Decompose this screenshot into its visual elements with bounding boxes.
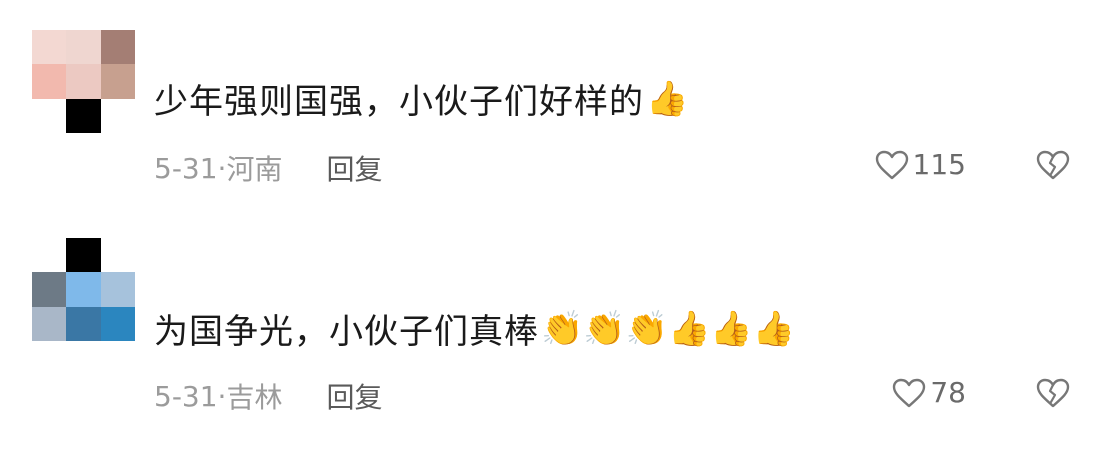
comment-list: 少年强则国强，小伙子们好样的 👍 5-31 · 河南 回复 115 为国争光，小…: [0, 0, 1112, 474]
like-count: 115: [912, 148, 966, 181]
broken-heart-icon: [1036, 378, 1070, 408]
dislike-button[interactable]: [1036, 150, 1070, 184]
avatar-pixel: [100, 306, 135, 341]
avatar-pixel: [66, 272, 101, 307]
meta-separator: ·: [217, 379, 227, 413]
avatar-pixel: [100, 272, 135, 307]
like-button[interactable]: 78: [892, 376, 966, 409]
comment-location: 吉林: [226, 381, 283, 414]
reply-button[interactable]: 回复: [326, 148, 382, 188]
comment-body: 为国争光，小伙子们真棒: [154, 312, 539, 352]
comment-date: 5-31: [154, 151, 218, 185]
comment-meta: 5-31 · 河南 回复: [154, 148, 382, 188]
avatar-pixel: [66, 98, 101, 133]
avatar-pixel: [32, 272, 67, 307]
avatar-pixel: [66, 64, 101, 99]
avatar-pixel: [100, 98, 135, 133]
meta-separator: ·: [217, 151, 227, 185]
comment-meta: 5-31 · 吉林 回复: [154, 376, 382, 416]
comment-date: 5-31: [154, 379, 218, 413]
comment-text: 为国争光，小伙子们真棒 👏👏👏👍👍👍: [154, 304, 795, 353]
avatar-pixel: [100, 64, 135, 99]
avatar-pixel: [66, 306, 101, 341]
avatar-pixel: [100, 238, 135, 273]
heart-outline-icon: [875, 150, 908, 179]
avatar-pixel: [32, 64, 67, 99]
avatar-pixel: [32, 306, 67, 341]
comment-text: 少年强则国强，小伙子们好样的 👍: [154, 74, 688, 123]
like-button[interactable]: 115: [875, 148, 966, 181]
avatar-pixel: [66, 30, 101, 65]
avatar[interactable]: [32, 238, 135, 341]
comment-location: 河南: [226, 153, 283, 186]
clapping-hands-icon: 👏👏👏👍👍👍: [541, 308, 796, 349]
reply-button[interactable]: 回复: [326, 376, 382, 416]
comment-body: 少年强则国强，小伙子们好样的: [154, 82, 644, 122]
avatar-pixel: [32, 98, 67, 133]
avatar-pixel: [32, 30, 67, 65]
avatar-pixel: [32, 238, 67, 273]
like-count: 78: [930, 376, 966, 409]
broken-heart-icon: [1036, 150, 1070, 180]
thumbs-up-icon: 👍: [646, 78, 689, 119]
avatar-pixel: [66, 238, 101, 273]
dislike-button[interactable]: [1036, 378, 1070, 412]
heart-outline-icon: [893, 378, 926, 407]
avatar[interactable]: [32, 30, 135, 133]
avatar-pixel: [100, 30, 135, 65]
